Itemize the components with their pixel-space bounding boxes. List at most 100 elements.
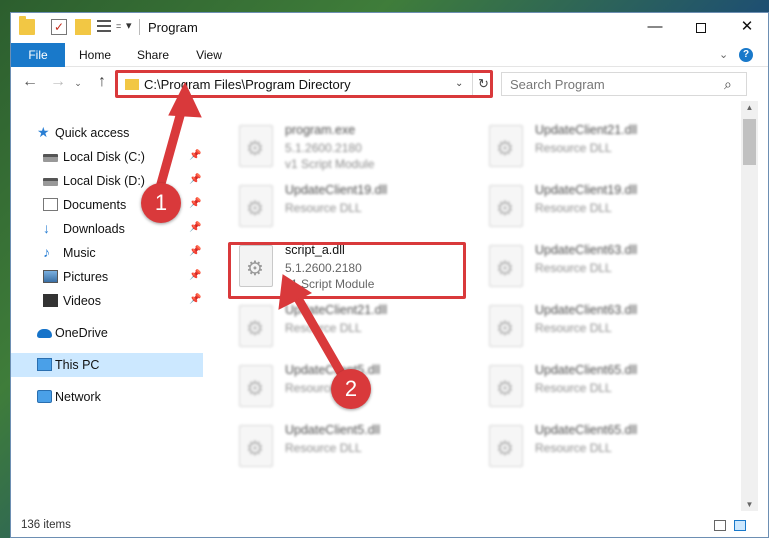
minimize-button[interactable]: — [632,13,678,43]
sidebar-item-label: Local Disk (D:) [63,174,145,188]
music-icon: ♪ [43,244,50,260]
sidebar-item-label: Documents [63,198,127,212]
sidebar-item-label: Downloads [63,222,125,236]
file-item[interactable]: UpdateClient19.dll Resource DLL [231,181,471,241]
dll-file-icon [239,365,273,407]
file-type: Resource DLL [535,201,612,215]
navigation-bar: ← → ⌄ ↑ C:\Program Files\Program Directo… [11,67,768,101]
file-type: Resource DLL [285,441,362,455]
dll-file-icon [489,125,523,167]
sidebar-item-label: Music [63,246,96,260]
file-item[interactable]: UpdateClient63.dll Resource DLL [481,301,721,361]
file-item[interactable]: UpdateClient21.dll Resource DLL [231,301,471,361]
back-button[interactable]: ← [21,73,39,91]
file-name: UpdateClient19.dll [535,183,638,197]
dll-file-icon [489,425,523,467]
file-item[interactable]: UpdateClient65.dll Resource DLL [481,361,721,421]
step-2-badge: 2 [331,369,371,409]
sidebar-item-downloads[interactable]: ↓ Downloads 📌 [11,217,203,241]
pin-icon[interactable]: 📌 [189,198,201,209]
pin-icon[interactable]: 📌 [189,222,201,233]
scroll-down-icon[interactable]: ▼ [741,500,758,509]
dll-file-icon [239,425,273,467]
help-icon[interactable]: ? [739,48,753,62]
vertical-scrollbar[interactable]: ▲ ▼ [741,101,758,511]
chevron-down-icon[interactable]: ▾ [126,19,132,32]
file-type: Resource DLL [535,441,612,455]
file-name: UpdateClient63.dll [535,303,638,317]
star-icon: ★ [37,124,50,140]
folder-icon[interactable] [19,16,35,35]
file-type: Resource DLL [285,201,362,215]
large-icons-view-icon[interactable] [734,520,746,531]
file-item[interactable]: UpdateClient5.dll Resource DLL [231,421,471,481]
address-highlight-box [115,70,493,98]
dll-file-icon [489,365,523,407]
new-folder-icon[interactable] [75,19,91,35]
file-description: v1 Script Module [285,157,375,171]
search-input[interactable]: Search Program ⌕ [501,72,747,96]
tab-home[interactable]: Home [71,43,119,67]
scroll-up-icon[interactable]: ▲ [741,103,758,112]
documents-icon [43,198,58,211]
file-highlight-box [228,242,466,299]
file-item[interactable]: UpdateClient63.dll Resource DLL [481,241,721,301]
file-name: UpdateClient65.dll [535,423,638,437]
file-type: Resource DLL [535,261,612,275]
sidebar-item-label: OneDrive [55,326,108,340]
file-name: UpdateClient63.dll [535,243,638,257]
onedrive-icon [37,329,52,338]
status-bar: 136 items [11,511,768,537]
pin-icon[interactable]: 📌 [189,294,201,305]
toolbar-properties-icon[interactable] [97,20,111,34]
pin-icon[interactable]: 📌 [189,174,201,185]
expand-ribbon-icon[interactable]: ⌄ [719,48,728,61]
file-item[interactable]: UpdateClient65.dll Resource DLL [481,421,721,481]
forward-button[interactable]: → [49,73,67,91]
file-type: Resource DLL [285,321,362,335]
sidebar-item-network[interactable]: Network [11,385,203,409]
sidebar-item-videos[interactable]: Videos 📌 [11,289,203,313]
sidebar-item-this-pc[interactable]: This PC [11,353,203,377]
tab-view[interactable]: View [189,43,229,67]
pc-icon [37,358,52,371]
file-name: UpdateClient19.dll [285,183,388,197]
dll-file-icon [489,305,523,347]
ribbon-tabs: File Home Share View ⌄ ? [11,43,768,67]
file-type: Resource DLL [535,321,612,335]
file-list: program.exe 5.1.2600.2180 v1 Script Modu… [203,101,741,511]
pictures-icon [43,270,58,283]
customize-arrow-icon[interactable]: = [116,21,121,31]
recent-locations-icon[interactable]: ⌄ [69,78,87,89]
tab-share[interactable]: Share [131,43,175,67]
file-item[interactable]: UpdateClient19.dll Resource DLL [481,181,721,241]
navigation-pane: ★ Quick access Local Disk (C:) 📌 Local D… [11,101,203,511]
pin-icon[interactable]: 📌 [189,270,201,281]
sidebar-item-onedrive[interactable]: OneDrive [11,321,203,345]
sidebar-item-music[interactable]: ♪ Music 📌 [11,241,203,265]
item-count: 136 items [21,519,71,531]
sidebar-item-quick-access[interactable]: ★ Quick access [11,121,203,145]
title-bar: ✓ = ▾ Program — ✕ [11,13,768,43]
file-item-program-exe[interactable]: program.exe 5.1.2600.2180 v1 Script Modu… [231,121,471,181]
maximize-button[interactable] [678,13,724,43]
close-button[interactable]: ✕ [724,13,768,43]
sidebar-item-label: Local Disk (C:) [63,150,145,164]
file-type: Resource DLL [535,381,612,395]
sidebar-item-pictures[interactable]: Pictures 📌 [11,265,203,289]
pin-icon[interactable]: 📌 [189,246,201,257]
file-name: UpdateClient21.dll [285,303,388,317]
file-item[interactable]: UpdateClient21.dll Resource DLL [481,121,721,181]
window-title: Program [148,20,198,35]
scrollbar-thumb[interactable] [743,119,756,165]
pin-icon[interactable]: 📌 [189,150,201,161]
executable-file-icon [239,125,273,167]
properties-check-icon[interactable]: ✓ [51,19,67,35]
search-placeholder: Search Program [510,77,605,92]
sidebar-item-local-disk-c[interactable]: Local Disk (C:) 📌 [11,145,203,169]
search-icon[interactable]: ⌕ [724,76,732,93]
details-view-icon[interactable] [714,520,726,531]
tab-file[interactable]: File [11,43,65,67]
up-button[interactable]: ↑ [93,73,111,91]
dll-file-icon [239,305,273,347]
